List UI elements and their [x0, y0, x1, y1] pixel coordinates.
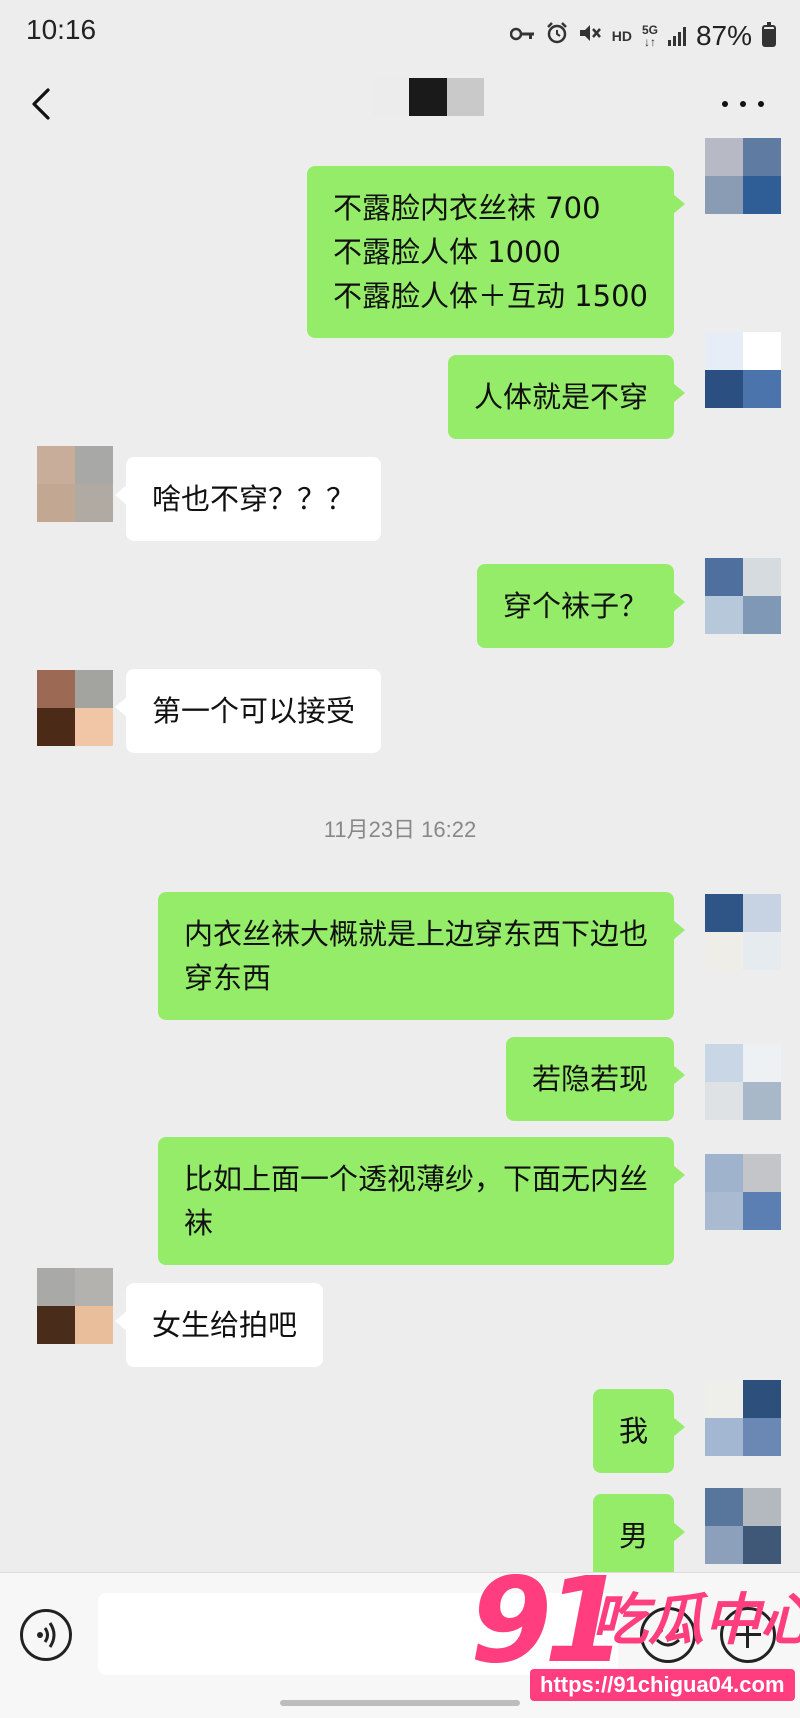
message-list[interactable]: 不露脸内衣丝袜 700 不露脸人体 1000 不露脸人体＋互动 1500 人体就…	[0, 136, 800, 1572]
back-button[interactable]	[22, 82, 66, 126]
message-bubble[interactable]: 第一个可以接受	[114, 669, 382, 753]
my-avatar[interactable]	[705, 138, 781, 214]
battery-icon	[762, 22, 776, 47]
message-bubble[interactable]: 男	[592, 1494, 686, 1572]
emoji-icon	[655, 1627, 681, 1647]
message-bubble[interactable]: 比如上面一个透视薄纱，下面无内丝 袜	[157, 1137, 686, 1265]
my-avatar[interactable]	[705, 1044, 781, 1120]
message-bubble[interactable]: 我	[592, 1389, 686, 1473]
message-bubble[interactable]: 内衣丝袜大概就是上边穿东西下边也 穿东西	[157, 892, 686, 1020]
signal-icon	[667, 26, 686, 46]
message-bubble[interactable]: 穿个袜子？	[476, 564, 686, 648]
more-dots-icon	[722, 101, 728, 107]
message-timestamp: 11月23日 16:22	[323, 817, 477, 842]
battery-percent: 87%	[695, 20, 752, 51]
message-bubble[interactable]: 女生给拍吧	[114, 1283, 324, 1367]
my-avatar[interactable]	[705, 558, 781, 634]
status-icons: HD 5G ↓↑ 87%	[509, 16, 776, 56]
blurred-name-block	[446, 78, 484, 116]
mute-icon	[578, 22, 602, 50]
message-bubble[interactable]: 若隐若现	[505, 1037, 686, 1121]
contact-avatar[interactable]	[37, 446, 113, 522]
my-avatar[interactable]	[705, 1488, 781, 1564]
more-options-button[interactable]	[722, 92, 764, 116]
message-input[interactable]	[98, 1593, 618, 1675]
chevron-left-icon	[32, 88, 50, 120]
message-bubble[interactable]: 啥也不穿？？？	[114, 457, 382, 541]
my-avatar[interactable]	[705, 1154, 781, 1230]
contact-avatar[interactable]	[37, 670, 113, 746]
blurred-name-block	[409, 78, 447, 116]
input-bar	[0, 1572, 800, 1718]
more-functions-button[interactable]	[720, 1607, 776, 1663]
alarm-icon	[546, 22, 568, 50]
contact-name-blurred	[372, 78, 484, 116]
chat-header	[0, 72, 800, 136]
voice-input-button[interactable]	[20, 1609, 72, 1661]
my-avatar[interactable]	[705, 894, 781, 970]
contact-avatar[interactable]	[37, 1268, 113, 1344]
hd-label: HD	[611, 28, 632, 44]
blurred-name-block	[372, 78, 410, 116]
emoji-button[interactable]	[640, 1607, 696, 1663]
status-time: 10:16	[26, 14, 97, 45]
status-bar: 10:16 HD 5G ↓↑ 87%	[0, 0, 800, 72]
my-avatar[interactable]	[705, 332, 781, 408]
key-icon	[509, 25, 536, 48]
message-bubble[interactable]: 人体就是不穿	[447, 355, 686, 439]
home-indicator[interactable]	[280, 1700, 520, 1706]
network-5g-label: 5G ↓↑	[641, 23, 658, 49]
voice-icon	[37, 1622, 56, 1648]
message-bubble[interactable]: 不露脸内衣丝袜 700 不露脸人体 1000 不露脸人体＋互动 1500	[306, 166, 686, 338]
my-avatar[interactable]	[705, 1380, 781, 1456]
